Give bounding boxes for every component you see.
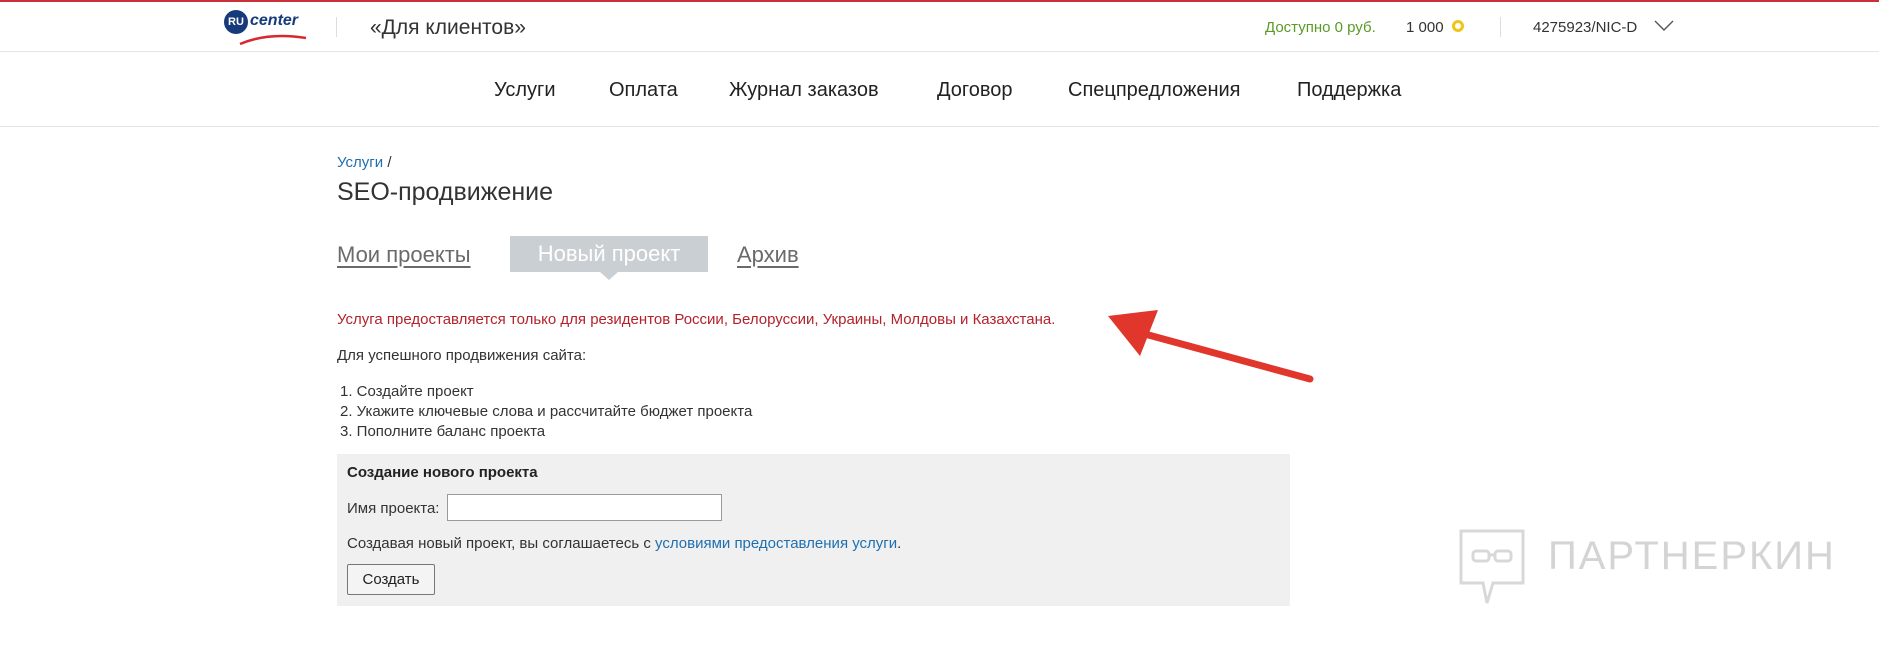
- logo-badge: RU: [224, 10, 248, 34]
- watermark-text: ПАРТНЕРКИН: [1548, 534, 1836, 578]
- list-item: 1. Создайте проект: [340, 383, 474, 400]
- logo-wordmark: center: [250, 12, 299, 29]
- terms-agreement: Создавая новый проект, вы соглашаетесь с…: [347, 535, 901, 552]
- create-button[interactable]: Создать: [347, 564, 435, 595]
- tab-archive-label: Архив: [737, 242, 799, 267]
- account-menu[interactable]: 4275923/NIC-D: [1533, 19, 1637, 36]
- available-balance: Доступно 0 руб.: [1265, 19, 1376, 36]
- page-title: SEO-продвижение: [337, 178, 554, 206]
- terms-text-suffix: .: [897, 535, 902, 552]
- nav-item-contract[interactable]: Договор: [937, 79, 1013, 102]
- coins-balance: 1 000: [1406, 19, 1444, 36]
- steps-list: 1. Создайте проект 2. Укажите ключевые с…: [340, 382, 752, 442]
- form-title: Создание нового проекта: [347, 464, 538, 481]
- nav-item-orders-log[interactable]: Журнал заказов: [729, 79, 879, 102]
- breadcrumb: Услуги /: [337, 154, 391, 171]
- terms-text-prefix: Создавая новый проект, вы соглашаетесь с: [347, 535, 656, 552]
- tab-new-project[interactable]: Новый проект: [510, 236, 708, 272]
- tab-my-projects-label: Мои проекты: [337, 242, 471, 267]
- breadcrumb-services-link[interactable]: Услуги: [337, 154, 383, 171]
- red-arrow-annotation: [1108, 310, 1314, 383]
- nav-item-special-offers[interactable]: Спецпредложения: [1068, 79, 1241, 102]
- client-section-title: «Для клиентов»: [370, 16, 526, 39]
- nav-item-support[interactable]: Поддержка: [1297, 79, 1401, 102]
- list-item: 3. Пополните баланс проекта: [340, 423, 546, 440]
- list-item: 2. Укажите ключевые слова и рассчитайте …: [340, 403, 753, 420]
- new-project-form: Создание нового проекта Имя проекта: Соз…: [337, 454, 1290, 606]
- logo-swoosh-icon: [239, 34, 307, 46]
- active-tab-pointer: [600, 272, 618, 280]
- nav-item-services[interactable]: Услуги: [494, 79, 556, 102]
- logo-text: RU center: [224, 10, 298, 34]
- top-bar: RU center «Для клиентов» Доступно 0 руб. …: [0, 2, 1879, 52]
- project-name-input[interactable]: [447, 494, 722, 521]
- residency-notice: Услуга предоставляется только для резиде…: [337, 311, 1056, 328]
- main-nav: Услуги Оплата Журнал заказов Договор Спе…: [0, 52, 1879, 127]
- header-divider: [336, 17, 337, 37]
- watermark-logo-icon: [1459, 529, 1525, 604]
- terms-link[interactable]: условиями предоставления услуги: [655, 535, 897, 552]
- intro-text: Для успешного продвижения сайта:: [337, 347, 587, 364]
- rucenter-logo[interactable]: RU center: [224, 10, 308, 46]
- chevron-down-icon[interactable]: [1654, 20, 1674, 32]
- nav-item-payment[interactable]: Оплата: [609, 79, 678, 102]
- header-divider: [1500, 17, 1501, 37]
- breadcrumb-separator: /: [387, 154, 392, 171]
- tab-my-projects[interactable]: Мои проекты: [337, 242, 471, 268]
- tab-archive[interactable]: Архив: [737, 242, 799, 268]
- coin-icon: [1452, 20, 1464, 32]
- project-name-label: Имя проекта:: [347, 500, 440, 517]
